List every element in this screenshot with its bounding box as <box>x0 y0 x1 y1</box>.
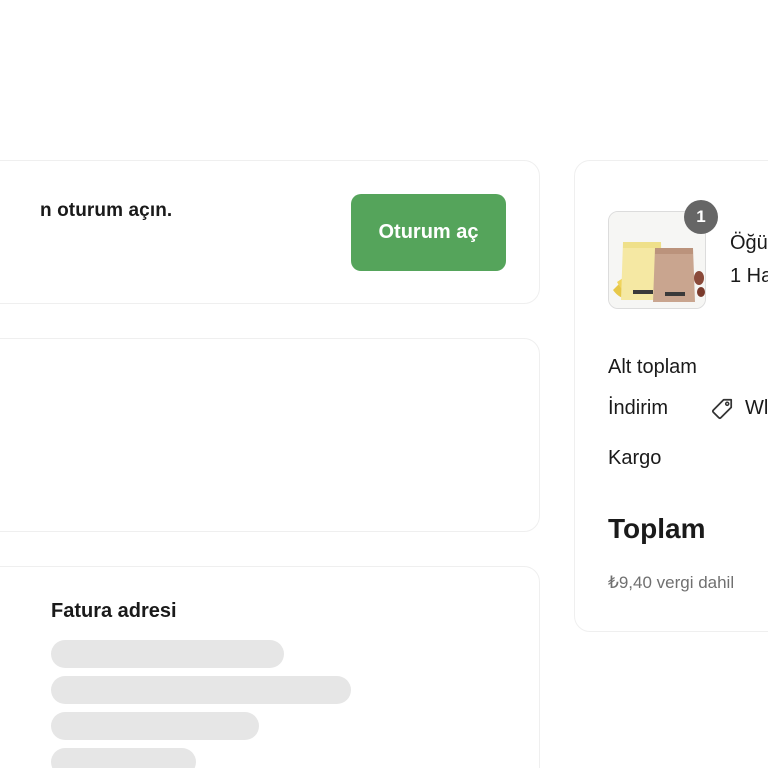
product-variant: 1 Ha <box>730 265 768 287</box>
tax-note: ₺9,40 vergi dahil <box>608 573 735 592</box>
product-name: Öğü <box>730 232 768 254</box>
checkout-page: n oturum açın. Oturum aç Fatura adresi 1… <box>0 0 768 768</box>
shipping-label: Kargo <box>608 447 662 469</box>
delivery-card <box>0 338 540 532</box>
billing-title: Fatura adresi <box>51 600 177 622</box>
billing-skeleton-line <box>51 640 284 668</box>
billing-skeleton-line <box>51 748 196 768</box>
discount-label: İndirim <box>608 397 669 419</box>
discount-code: Wl <box>745 397 768 419</box>
subtotal-label: Alt toplam <box>608 356 697 378</box>
login-button[interactable]: Oturum aç <box>351 194 506 271</box>
quantity-badge: 1 <box>684 200 718 234</box>
tag-icon <box>711 398 733 420</box>
total-label: Toplam <box>608 513 706 544</box>
billing-skeleton-line <box>51 676 351 704</box>
login-prompt: n oturum açın. <box>40 200 173 221</box>
billing-skeleton-line <box>51 712 259 740</box>
